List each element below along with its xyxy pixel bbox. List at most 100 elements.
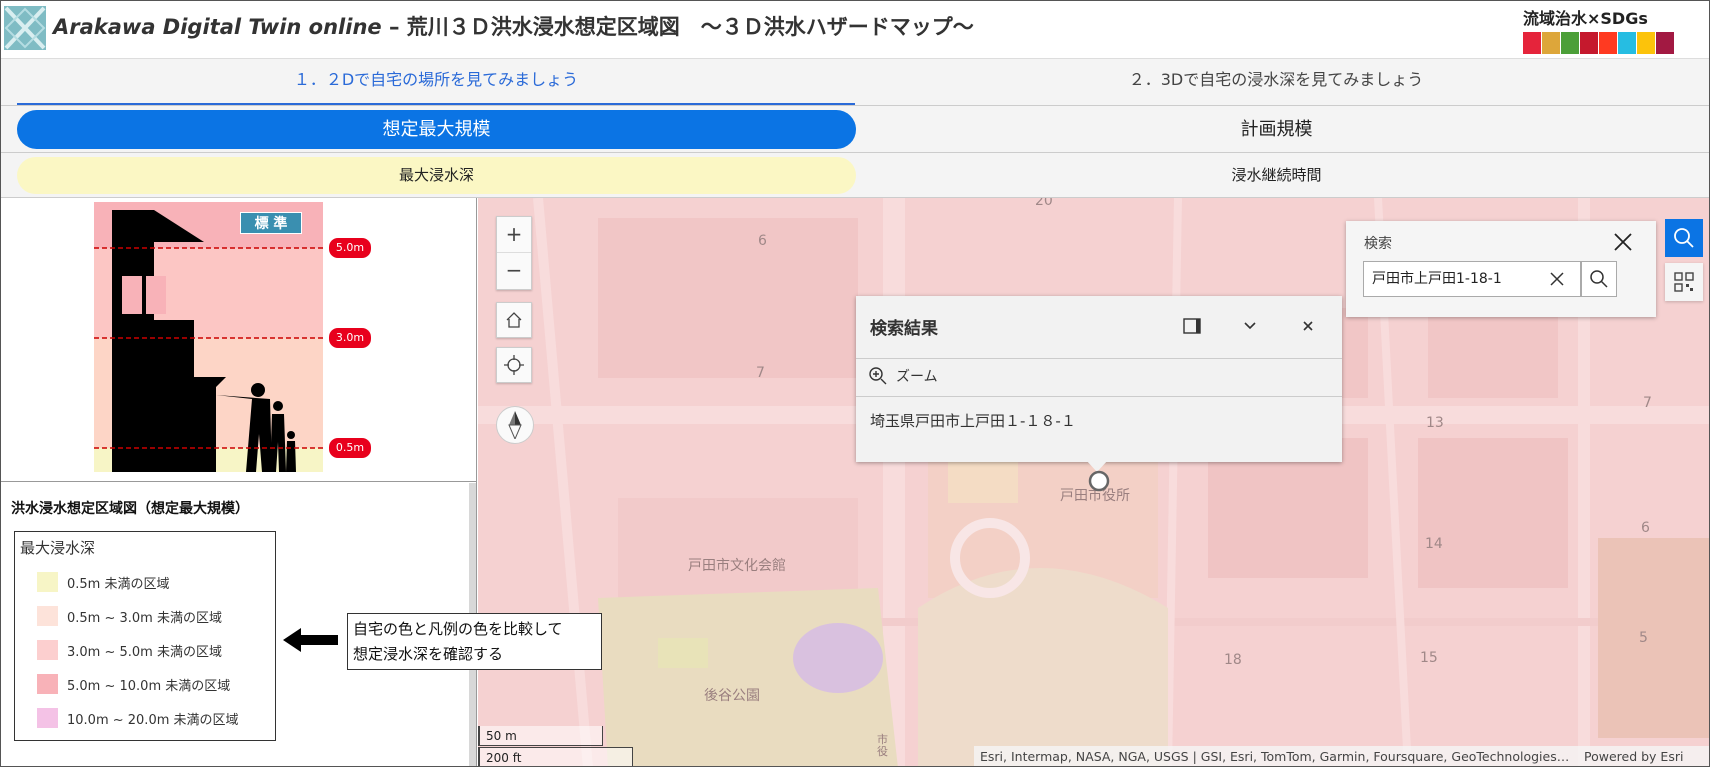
callout-line-1: 自宅の色と凡例の色を比較して xyxy=(353,620,563,638)
legend-box-title: 最大浸水深 xyxy=(20,539,96,557)
qr-code-icon xyxy=(1674,272,1694,292)
sdgs-color-blocks xyxy=(1523,32,1689,54)
standard-badge: 標 準 xyxy=(240,212,302,234)
popup-address: 埼玉県戸田市上戸田１-１８-１ xyxy=(870,412,1076,430)
dock-icon[interactable] xyxy=(1180,314,1204,338)
sdgs-color-block xyxy=(1523,32,1541,54)
legend-item: 0.5m ~ 3.0m 未満の区域 xyxy=(37,604,222,628)
sdgs-color-block xyxy=(1618,32,1636,54)
search-close-icon[interactable] xyxy=(1611,230,1635,254)
search-widget: 検索 戸田市上戸田1-18-1 xyxy=(1346,221,1656,317)
map-block-number: 18 xyxy=(1224,652,1242,668)
legend-swatch xyxy=(37,674,58,694)
callout-line-2: 想定浸水深を確認する xyxy=(353,645,504,663)
sdgs-color-block xyxy=(1599,32,1617,54)
map-block-number: 7 xyxy=(756,365,765,381)
legend-box: 最大浸水深 0.5m 未満の区域 0.5m ~ 3.0m 未満の区域 3.0m … xyxy=(14,531,276,741)
legend-item: 3.0m ~ 5.0m 未満の区域 xyxy=(37,638,222,662)
home-icon xyxy=(506,312,522,328)
search-submit-button[interactable] xyxy=(1581,261,1617,297)
powered-by-link[interactable]: Powered by Esri xyxy=(1584,746,1683,766)
map-block-number: 15 xyxy=(1420,650,1438,666)
legend-label: 5.0m ~ 10.0m 未満の区域 xyxy=(67,678,231,694)
map-place-label: 後谷公園 xyxy=(704,688,760,704)
zoom-in-icon xyxy=(869,367,887,385)
sdgs-logo: 流域治水×SDGs xyxy=(1523,5,1689,55)
scale-bar: 50 m 200 ft xyxy=(478,726,633,766)
popup-zoom-action[interactable]: ズーム xyxy=(868,366,938,386)
compass-button[interactable] xyxy=(496,406,534,444)
map-right-tools xyxy=(1665,219,1703,301)
map-block-number: 20 xyxy=(1035,198,1053,209)
mode-toggle: 最大浸水深 浸水継続時間 xyxy=(1,153,1709,198)
app-window: Arakawa Digital Twin online – 荒川３Ｄ洪水浸水想定… xyxy=(0,0,1710,767)
home-button[interactable] xyxy=(496,302,532,338)
compass-icon xyxy=(508,411,522,439)
legend-label: 0.5m 未満の区域 xyxy=(67,576,170,592)
map-view[interactable]: 20 6 7 7 13 14 6 15 18 5 戸田市役所 戸田市文化会館 後… xyxy=(478,198,1709,766)
zoom-in-button[interactable]: + xyxy=(497,217,531,253)
left-panel: 標 準 5.0m 3.0m 0.5m 洪水浸水想定区域図（想定最大規模） 最大浸… xyxy=(1,198,477,766)
app-header: Arakawa Digital Twin online – 荒川３Ｄ洪水浸水想定… xyxy=(1,1,1709,59)
sdgs-color-block xyxy=(1580,32,1598,54)
legend-item: 10.0m ~ 20.0m 未満の区域 xyxy=(37,706,239,730)
level-label-05m: 0.5m xyxy=(329,438,371,458)
legend-swatch xyxy=(37,572,58,592)
map-attribution[interactable]: Esri, Intermap, NASA, NGA, USGS | GSI, E… xyxy=(974,746,1709,766)
popup-divider xyxy=(856,358,1342,359)
scale-max-button[interactable]: 想定最大規模 xyxy=(17,110,856,149)
search-icon xyxy=(1590,270,1608,288)
sdgs-color-block xyxy=(1656,32,1674,54)
level-label-3m: 3.0m xyxy=(329,328,371,348)
legend-item: 5.0m ~ 10.0m 未満の区域 xyxy=(37,672,230,696)
sdgs-text: 流域治水×SDGs xyxy=(1523,9,1648,28)
locate-button[interactable] xyxy=(496,347,532,383)
sdgs-color-block xyxy=(1561,32,1579,54)
tab-step-1[interactable]: １．２Dで自宅の場所を見てみましょう xyxy=(17,59,855,105)
map-block-number: 6 xyxy=(1641,520,1650,536)
location-pin-icon xyxy=(1088,470,1110,492)
chevron-down-icon[interactable] xyxy=(1238,314,1262,338)
title-en: Arakawa Digital Twin online xyxy=(53,15,382,39)
zoom-out-button[interactable]: − xyxy=(497,253,531,289)
qr-button[interactable] xyxy=(1665,263,1703,301)
scale-metric: 50 m xyxy=(478,726,603,746)
arrow-left-icon xyxy=(283,628,338,652)
map-block-number: 5 xyxy=(1639,630,1648,646)
title-jp: – 荒川３Ｄ洪水浸水想定区域図 ～３Ｄ洪水ハザードマップ～ xyxy=(381,15,974,39)
map-place-label: 市役 xyxy=(877,733,888,758)
zoom-controls: + − xyxy=(496,216,532,290)
locate-icon xyxy=(504,355,524,375)
mode-duration-button[interactable]: 浸水継続時間 xyxy=(857,157,1696,194)
legend-heading: 洪水浸水想定区域図（想定最大規模） xyxy=(11,501,249,517)
tab-step-2[interactable]: ２．3Dで自宅の浸水深を見てみましょう xyxy=(857,59,1695,105)
legend-label: 0.5m ~ 3.0m 未満の区域 xyxy=(67,610,222,626)
popup-divider xyxy=(856,396,1342,397)
legend-item: 0.5m 未満の区域 xyxy=(37,570,169,594)
search-icon xyxy=(1674,228,1694,248)
clear-icon[interactable] xyxy=(1546,268,1568,290)
map-place-label: 戸田市文化会館 xyxy=(688,558,786,574)
scale-imperial: 200 ft xyxy=(478,747,633,766)
search-result-popup: 検索結果 ズーム 埼玉県戸田市上戸田１-１８-１ xyxy=(856,296,1342,472)
annotation-callout: 自宅の色と凡例の色を比較して 想定浸水深を確認する xyxy=(347,613,602,670)
attribution-text: Esri, Intermap, NASA, NGA, USGS | GSI, E… xyxy=(980,749,1570,764)
search-toggle-button[interactable] xyxy=(1665,219,1703,257)
popup-title: 検索結果 xyxy=(870,319,938,339)
popup-zoom-label: ズーム xyxy=(896,369,938,385)
map-block-number: 6 xyxy=(758,233,767,249)
scale-plan-button[interactable]: 計画規模 xyxy=(857,110,1696,149)
scale-toggle: 想定最大規模 計画規模 xyxy=(1,106,1709,153)
legend-swatch xyxy=(37,708,58,728)
search-label: 検索 xyxy=(1364,236,1392,252)
step-tabs: １．２Dで自宅の場所を見てみましょう ２．3Dで自宅の浸水深を見てみましょう xyxy=(1,59,1709,106)
map-block-number: 7 xyxy=(1643,395,1652,411)
map-block-number: 14 xyxy=(1425,536,1443,552)
map-block-number: 13 xyxy=(1426,415,1444,431)
mode-max-depth-button[interactable]: 最大浸水深 xyxy=(17,157,856,194)
level-label-5m: 5.0m xyxy=(329,238,371,258)
close-icon[interactable] xyxy=(1296,314,1320,338)
depth-illustration: 標 準 5.0m 3.0m 0.5m xyxy=(94,202,371,472)
sdgs-color-block xyxy=(1637,32,1655,54)
sdgs-color-block xyxy=(1542,32,1560,54)
